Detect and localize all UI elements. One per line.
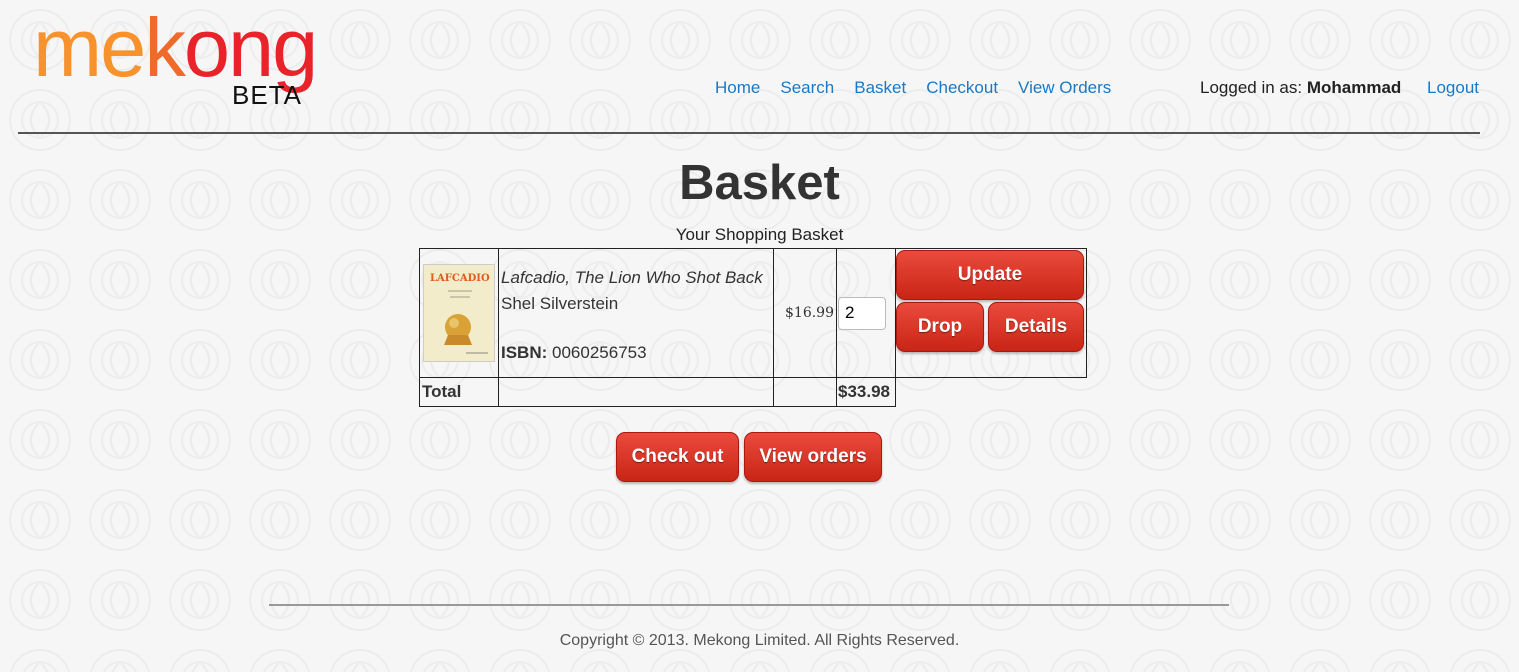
total-label: Total — [419, 377, 499, 407]
cover-title-text: LAFCADIO — [430, 273, 490, 284]
nav-basket-link[interactable]: Basket — [854, 78, 906, 98]
quantity-input[interactable] — [838, 296, 886, 330]
book-price: $16.99 — [773, 248, 837, 378]
nav-view-orders-link[interactable]: View Orders — [1018, 78, 1111, 98]
item-actions-cell: Update Drop Details — [895, 248, 1087, 378]
check-out-button[interactable]: Check out — [616, 432, 739, 482]
quantity-cell — [836, 248, 896, 378]
book-author: Shel Silverstein — [501, 293, 619, 313]
header-divider — [18, 132, 1480, 134]
page-title: Basket — [679, 156, 840, 210]
details-button[interactable]: Details — [988, 302, 1084, 352]
basket-total-row: Total $33.98 — [419, 377, 1087, 407]
view-orders-button[interactable]: View orders — [744, 432, 882, 482]
login-status: Logged in as: Mohammad — [1200, 78, 1401, 98]
footer-copyright: Copyright © 2013. Mekong Limited. All Ri… — [559, 632, 960, 649]
isbn-value: 0060256753 — [552, 342, 647, 362]
logout-link[interactable]: Logout — [1427, 78, 1479, 98]
isbn-label: ISBN: — [501, 342, 548, 362]
login-prefix: Logged in as: — [1200, 78, 1303, 97]
drop-button[interactable]: Drop — [896, 302, 984, 352]
main-nav: Home Search Basket Checkout View Orders — [715, 78, 1111, 98]
logo-wordmark: mekong — [33, 1, 318, 94]
nav-home-link[interactable]: Home — [715, 78, 760, 98]
total-empty-cell — [498, 377, 774, 407]
book-cover-image[interactable]: LAFCADIO — [423, 264, 495, 362]
total-spacer — [896, 378, 1087, 407]
total-empty-cell-2 — [773, 377, 837, 407]
basket-table: LAFCADIO Lafcadio, The Lion Who Shot Bac… — [419, 248, 1087, 407]
total-value: $33.98 — [836, 377, 896, 407]
logo-beta-label: BETA — [232, 80, 302, 110]
mekong-logo[interactable]: mekong BETA — [33, 1, 373, 110]
basket-item-row: LAFCADIO Lafcadio, The Lion Who Shot Bac… — [419, 248, 1087, 378]
book-title: Lafcadio, The Lion Who Shot Back — [501, 267, 763, 287]
footer-divider — [269, 604, 1229, 606]
book-cover-illustration: LAFCADIO — [424, 265, 494, 361]
book-cover-cell: LAFCADIO — [419, 248, 499, 378]
book-isbn: ISBN: 0060256753 — [501, 343, 773, 363]
nav-checkout-link[interactable]: Checkout — [926, 78, 998, 98]
nav-search-link[interactable]: Search — [780, 78, 834, 98]
update-button[interactable]: Update — [896, 250, 1084, 300]
username: Mohammad — [1306, 78, 1402, 97]
book-info-cell: Lafcadio, The Lion Who Shot Back Shel Si… — [498, 248, 774, 378]
page-subtitle: Your Shopping Basket — [675, 225, 844, 244]
